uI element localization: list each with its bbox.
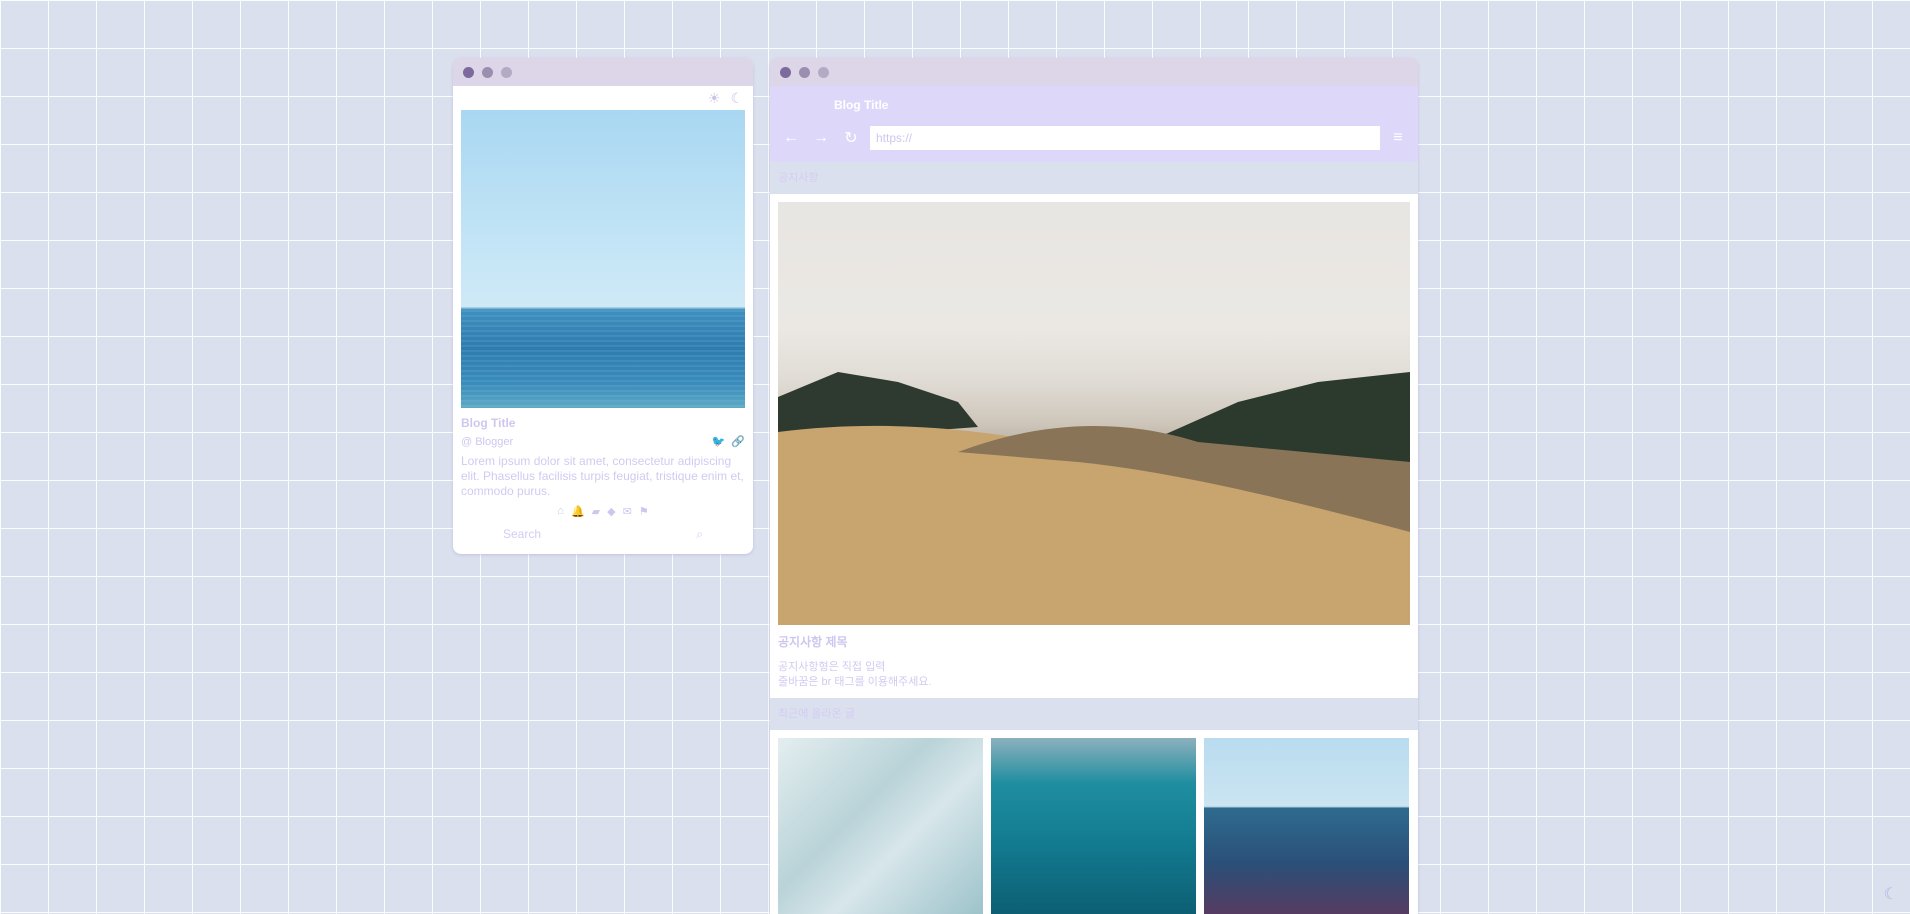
twitter-icon[interactable]: 🐦: [712, 435, 726, 448]
notice-body-line: 줄바꿈은 br 태그를 이용해주세요.: [778, 676, 932, 688]
theme-toggle-row: ☀ ☾: [453, 86, 753, 110]
moon-icon[interactable]: ☾: [730, 90, 743, 107]
search-icon[interactable]: ⌕: [696, 527, 703, 542]
forward-icon[interactable]: →: [810, 129, 832, 147]
reload-icon[interactable]: ↻: [840, 128, 862, 148]
sun-icon[interactable]: ☀: [708, 90, 721, 107]
close-dot[interactable]: [780, 66, 791, 78]
profile-titlebar: [453, 58, 753, 86]
browser-header: Blog Title ← → ↻ ≡: [770, 86, 1418, 162]
blog-brand[interactable]: Blog Title: [830, 98, 888, 112]
profile-blog-title: Blog Title: [461, 416, 516, 430]
recent-section-label: 최근에 올라온 글: [778, 708, 855, 720]
mail-icon[interactable]: ✉: [623, 505, 632, 518]
link-icon[interactable]: 🔗: [731, 435, 745, 448]
home-icon[interactable]: ⌂: [557, 505, 564, 518]
profile-meta: @ Blogger 🐦 🔗: [461, 435, 745, 449]
flag-icon[interactable]: ⚑: [639, 505, 649, 518]
profile-search[interactable]: Search ⌕: [453, 524, 753, 544]
menu-icon[interactable]: ≡: [1388, 129, 1408, 147]
notice-body-line: 공지사항형은 직접 입력: [778, 661, 886, 673]
browser-titlebar: [770, 58, 1418, 86]
tag-icon[interactable]: ◆: [607, 505, 615, 518]
profile-author[interactable]: @ Blogger: [461, 436, 513, 448]
browser-window: Blog Title ← → ↻ ≡ 공지사항 공지사항 제목 공지사항형은 직…: [770, 58, 1418, 914]
notice-title[interactable]: 공지사항 제목: [778, 633, 1410, 650]
profile-description: Lorem ipsum dolor sit amet, consectetur …: [461, 454, 744, 498]
post-thumbnail[interactable]: [1204, 738, 1409, 914]
minimize-dot[interactable]: [799, 66, 810, 78]
close-dot[interactable]: [463, 66, 474, 78]
post-thumbnail[interactable]: [991, 738, 1196, 914]
notice-panel: 공지사항 제목 공지사항형은 직접 입력 줄바꿈은 br 태그를 이용해주세요.: [770, 194, 1418, 698]
back-icon[interactable]: ←: [780, 129, 802, 147]
notice-section-label: 공지사항: [778, 172, 819, 184]
url-row: ← → ↻ ≡: [780, 125, 1408, 151]
notice-hero-image[interactable]: [778, 202, 1410, 625]
search-label[interactable]: Search: [503, 527, 541, 541]
hero-landscape: [778, 372, 1410, 625]
profile-image: [461, 110, 745, 408]
folder-icon[interactable]: ▰: [592, 505, 600, 518]
social-links: 🐦 🔗: [712, 435, 745, 448]
url-input[interactable]: [870, 126, 1380, 150]
bell-icon[interactable]: 🔔: [571, 505, 585, 518]
post-thumbnail[interactable]: [778, 738, 983, 914]
profile-window: ☀ ☾ Blog Title @ Blogger 🐦 🔗 Lorem ipsum…: [453, 58, 753, 554]
blog-brand-title: Blog Title: [834, 98, 889, 112]
notice-body: 공지사항형은 직접 입력 줄바꿈은 br 태그를 이용해주세요.: [778, 660, 1410, 690]
maximize-dot[interactable]: [818, 66, 829, 78]
theme-corner-icon[interactable]: ☾: [1884, 884, 1898, 904]
recent-posts-panel: [770, 730, 1418, 914]
minimize-dot[interactable]: [482, 66, 493, 78]
thumbnail-grid: [778, 738, 1410, 914]
maximize-dot[interactable]: [501, 66, 512, 78]
profile-nav-icons: ⌂ 🔔 ▰ ◆ ✉ ⚑: [453, 505, 753, 518]
